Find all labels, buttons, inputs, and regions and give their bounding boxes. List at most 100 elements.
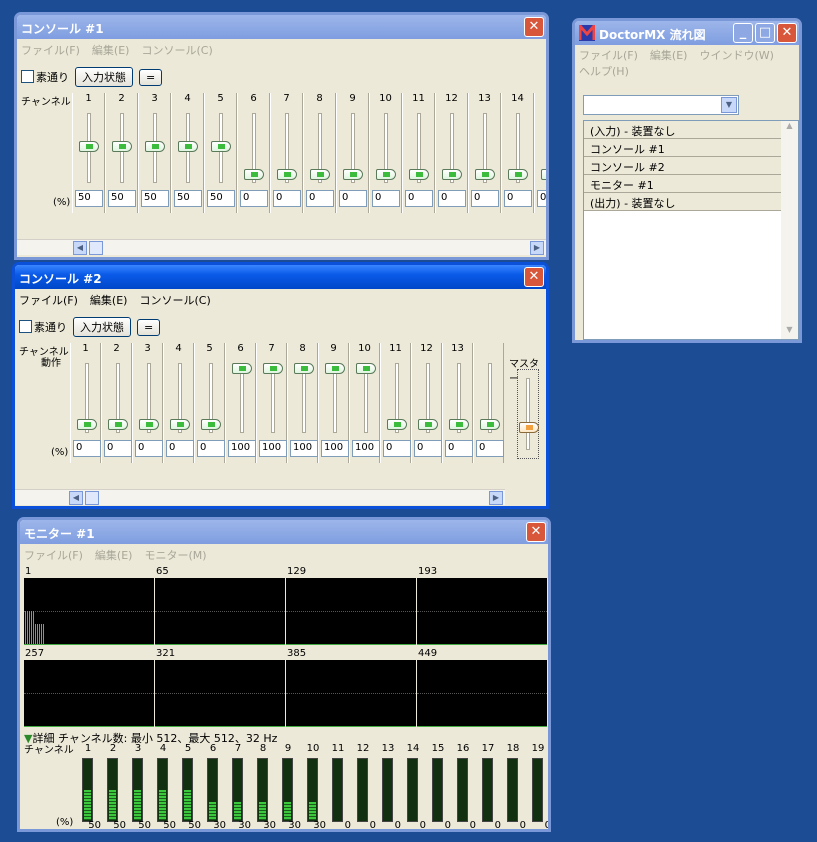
level-input[interactable]: 0 <box>537 190 546 207</box>
raw-checkbox[interactable]: 素通り <box>21 69 69 85</box>
level-input[interactable]: 100 <box>352 440 380 457</box>
fader-thumb[interactable] <box>139 419 159 430</box>
flow-list-item[interactable]: (出力) - 装置なし <box>584 193 781 211</box>
scroll-left-icon[interactable]: ◀ <box>73 241 87 255</box>
menu-console[interactable]: コンソール(C) <box>139 294 210 307</box>
level-input[interactable]: 0 <box>405 190 433 207</box>
checkbox-icon[interactable] <box>19 320 32 333</box>
flow-list-item[interactable]: モニター #1 <box>584 175 781 193</box>
level-input[interactable]: 0 <box>445 440 473 457</box>
maximize-icon[interactable]: □ <box>755 23 775 43</box>
level-input[interactable]: 50 <box>108 190 136 207</box>
console2-titlebar[interactable]: コンソール #2 ✕ <box>15 265 546 289</box>
scroll-down-icon[interactable]: ▼ <box>781 325 798 339</box>
fader-thumb[interactable] <box>541 169 546 180</box>
fader-thumb[interactable] <box>201 419 221 430</box>
equal-button[interactable]: = <box>137 318 161 336</box>
level-input[interactable]: 0 <box>414 440 442 457</box>
level-input[interactable]: 100 <box>290 440 318 457</box>
menu-file[interactable]: ファイル(F) <box>24 549 83 562</box>
level-input[interactable]: 0 <box>504 190 532 207</box>
fader-thumb[interactable] <box>343 169 363 180</box>
fader-thumb[interactable] <box>418 419 438 430</box>
level-input[interactable]: 0 <box>135 440 163 457</box>
fader-thumb[interactable] <box>244 169 264 180</box>
flow-list-item[interactable]: コンソール #2 <box>584 157 781 175</box>
close-icon[interactable]: ✕ <box>524 267 544 287</box>
menu-monitor[interactable]: モニター(M) <box>144 549 206 562</box>
close-icon[interactable]: ✕ <box>526 522 546 542</box>
fader-thumb[interactable] <box>277 169 297 180</box>
menu-file[interactable]: ファイル(F) <box>579 49 638 62</box>
menu-edit[interactable]: 編集(E) <box>95 549 133 562</box>
fader-thumb[interactable] <box>387 419 407 430</box>
level-input[interactable]: 100 <box>259 440 287 457</box>
fader-thumb[interactable] <box>310 169 330 180</box>
scroll-right-icon[interactable]: ▶ <box>530 241 544 255</box>
flow-titlebar[interactable]: DoctorMX 流れ図 _ □ ✕ <box>575 21 799 45</box>
fader-thumb[interactable] <box>508 169 528 180</box>
input-state-button[interactable]: 入力状態 <box>73 317 131 337</box>
fader-thumb[interactable] <box>356 363 376 374</box>
master-fader[interactable] <box>517 369 539 459</box>
fader-thumb[interactable] <box>108 419 128 430</box>
fader-thumb[interactable] <box>263 363 283 374</box>
level-input[interactable]: 50 <box>141 190 169 207</box>
level-input[interactable]: 50 <box>75 190 103 207</box>
raw-checkbox[interactable]: 素通り <box>19 319 67 335</box>
scroll-thumb[interactable] <box>89 241 103 255</box>
fader-thumb[interactable] <box>112 141 132 152</box>
fader-thumb[interactable] <box>376 169 396 180</box>
minimize-icon[interactable]: _ <box>733 23 753 43</box>
flow-vscrollbar[interactable]: ▲ ▼ <box>781 121 798 339</box>
level-input[interactable]: 50 <box>174 190 202 207</box>
equal-button[interactable]: = <box>139 68 163 86</box>
level-input[interactable]: 0 <box>197 440 225 457</box>
fader-thumb[interactable] <box>211 141 231 152</box>
monitor-titlebar[interactable]: モニター #1 ✕ <box>20 520 548 544</box>
flow-list-item[interactable]: コンソール #1 <box>584 139 781 157</box>
menu-edit[interactable]: 編集(E) <box>650 49 688 62</box>
input-state-button[interactable]: 入力状態 <box>75 67 133 87</box>
level-input[interactable]: 0 <box>476 440 504 457</box>
menu-file[interactable]: ファイル(F) <box>21 44 80 57</box>
level-input[interactable]: 0 <box>306 190 334 207</box>
menu-edit[interactable]: 編集(E) <box>92 44 130 57</box>
fader-thumb[interactable] <box>170 419 190 430</box>
level-input[interactable]: 0 <box>438 190 466 207</box>
scroll-left-icon[interactable]: ◀ <box>69 491 83 505</box>
level-input[interactable]: 50 <box>207 190 235 207</box>
fader-thumb[interactable] <box>294 363 314 374</box>
scroll-right-icon[interactable]: ▶ <box>489 491 503 505</box>
console1-titlebar[interactable]: コンソール #1 ✕ <box>17 15 546 39</box>
flow-dropdown[interactable]: ▼ <box>583 95 739 115</box>
level-input[interactable]: 100 <box>321 440 349 457</box>
fader-thumb[interactable] <box>77 419 97 430</box>
fader-thumb[interactable] <box>79 141 99 152</box>
chevron-down-icon[interactable]: ▼ <box>721 97 737 113</box>
level-input[interactable]: 100 <box>228 440 256 457</box>
fader-thumb[interactable] <box>442 169 462 180</box>
fader-thumb[interactable] <box>178 141 198 152</box>
fader-thumb[interactable] <box>449 419 469 430</box>
master-thumb[interactable] <box>519 422 539 433</box>
level-input[interactable]: 0 <box>73 440 101 457</box>
level-input[interactable]: 0 <box>372 190 400 207</box>
fader-thumb[interactable] <box>475 169 495 180</box>
fader-thumb[interactable] <box>325 363 345 374</box>
console1-hscrollbar[interactable]: ◀ ▶ <box>17 239 546 255</box>
fader-thumb[interactable] <box>480 419 500 430</box>
close-icon[interactable]: ✕ <box>524 17 544 37</box>
checkbox-icon[interactable] <box>21 70 34 83</box>
level-input[interactable]: 0 <box>383 440 411 457</box>
menu-window[interactable]: ウインドウ(W) <box>699 49 773 62</box>
menu-help[interactable]: ヘルプ(H) <box>579 65 629 78</box>
level-input[interactable]: 0 <box>339 190 367 207</box>
scroll-up-icon[interactable]: ▲ <box>781 121 798 135</box>
level-input[interactable]: 0 <box>166 440 194 457</box>
flow-list-item[interactable]: (入力) - 装置なし <box>584 121 781 139</box>
console2-hscrollbar[interactable]: ◀ ▶ <box>15 489 505 505</box>
level-input[interactable]: 0 <box>240 190 268 207</box>
close-icon[interactable]: ✕ <box>777 23 797 43</box>
scroll-thumb[interactable] <box>85 491 99 505</box>
